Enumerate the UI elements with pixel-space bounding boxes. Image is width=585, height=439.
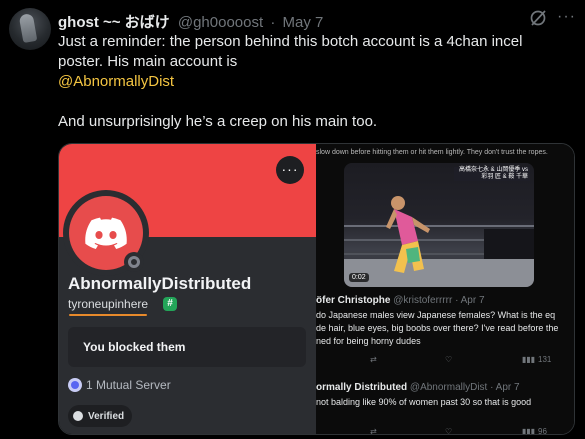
verified-label: Verified [88,410,125,422]
reply-author-name: ormally Distributed [316,382,408,393]
views-count: 96 [538,427,547,434]
post-header: ghost ~~ おばけ @gh0oooost · May 7 [58,11,323,32]
twitter-thread-screenshot[interactable]: slow down before hitting them or hit the… [316,144,574,434]
reply-time: · Apr 7 [490,382,520,393]
more-options-icon[interactable]: ··· [557,8,576,26]
retweet-icon: ⇄ [370,427,377,434]
post-text-line-3: And unsurprisingly he’s a creep on his m… [58,113,378,130]
post-text-line-2: poster. His main account is [58,53,238,70]
author-handle[interactable]: @gh0oooost [178,14,263,31]
author-avatar[interactable] [9,8,51,50]
reply-time: · Apr 7 [455,295,485,306]
author-name[interactable]: ghost ~~ おばけ [58,14,170,31]
like-icon: ♡ [445,355,453,364]
reply-author-handle: @AbnormallyDist [409,382,488,393]
wrestler-figure [386,196,430,273]
views-count: 131 [538,355,552,364]
mention-link[interactable]: @AbnormallyDist [58,72,578,92]
grok-icon[interactable] [529,9,547,27]
blocked-notice: You blocked them [68,327,306,367]
tag-underline-annotation [69,314,147,316]
discord-profile-screenshot[interactable]: ··· AbnormallyDistributed tyroneupinhere… [59,144,316,434]
server-icon [68,378,82,392]
mutual-servers-label: 1 Mutual Server [86,378,171,392]
hashtag-badge-icon: # [163,297,177,311]
video-duration: 0:02 [349,273,369,282]
post-text: Just a reminder: the person behind this … [58,32,578,132]
discord-menu-icon: ··· [276,156,304,184]
reply-tweet: öfer Christophe @kristoferrrrr · Apr 7 d… [316,295,574,369]
post-media[interactable]: ··· AbnormallyDistributed tyroneupinhere… [58,143,575,435]
mutual-servers: 1 Mutual Server [68,378,171,392]
verified-badge: Verified [68,405,133,427]
video-caption-banner: 高橋奈七永 & 山岡優季 vs 彩羽 匠 & 鞍 千華 [454,167,530,181]
reply-text-line: not balding like 90% of women past 30 so… [316,397,532,407]
header-separator: · [270,14,276,31]
reply-text-line: ned for being horny dudes [316,336,421,346]
like-icon: ♡ [445,427,453,434]
discord-tag: tyroneupinhere [68,297,149,311]
retweet-icon: ⇄ [370,355,377,364]
wrestling-video-thumbnail: 高橋奈七永 & 山岡優季 vs 彩羽 匠 & 鞍 千華 0:02 [344,163,534,287]
views-icon: ▮▮▮ [522,355,536,364]
reply-text-line: do Japanese males view Japanese females?… [316,310,556,320]
discord-avatar [63,190,149,276]
reply-author-name: öfer Christophe [316,295,391,306]
reply-text-line: de hair, blue eyes, big boobs over there… [316,323,559,333]
discord-username: AbnormallyDistributed [68,274,252,293]
offline-status-icon [124,252,144,272]
post-text-line-1: Just a reminder: the person behind this … [58,33,523,50]
views-icon: ▮▮▮ [522,427,536,434]
reply-tweet: ormally Distributed @AbnormallyDist · Ap… [316,382,574,434]
reply-author-handle: @kristoferrrrr [393,295,453,306]
verified-icon [73,411,83,421]
previous-post-text: slow down before hitting them or hit the… [316,149,548,156]
post-timestamp[interactable]: May 7 [283,14,324,31]
